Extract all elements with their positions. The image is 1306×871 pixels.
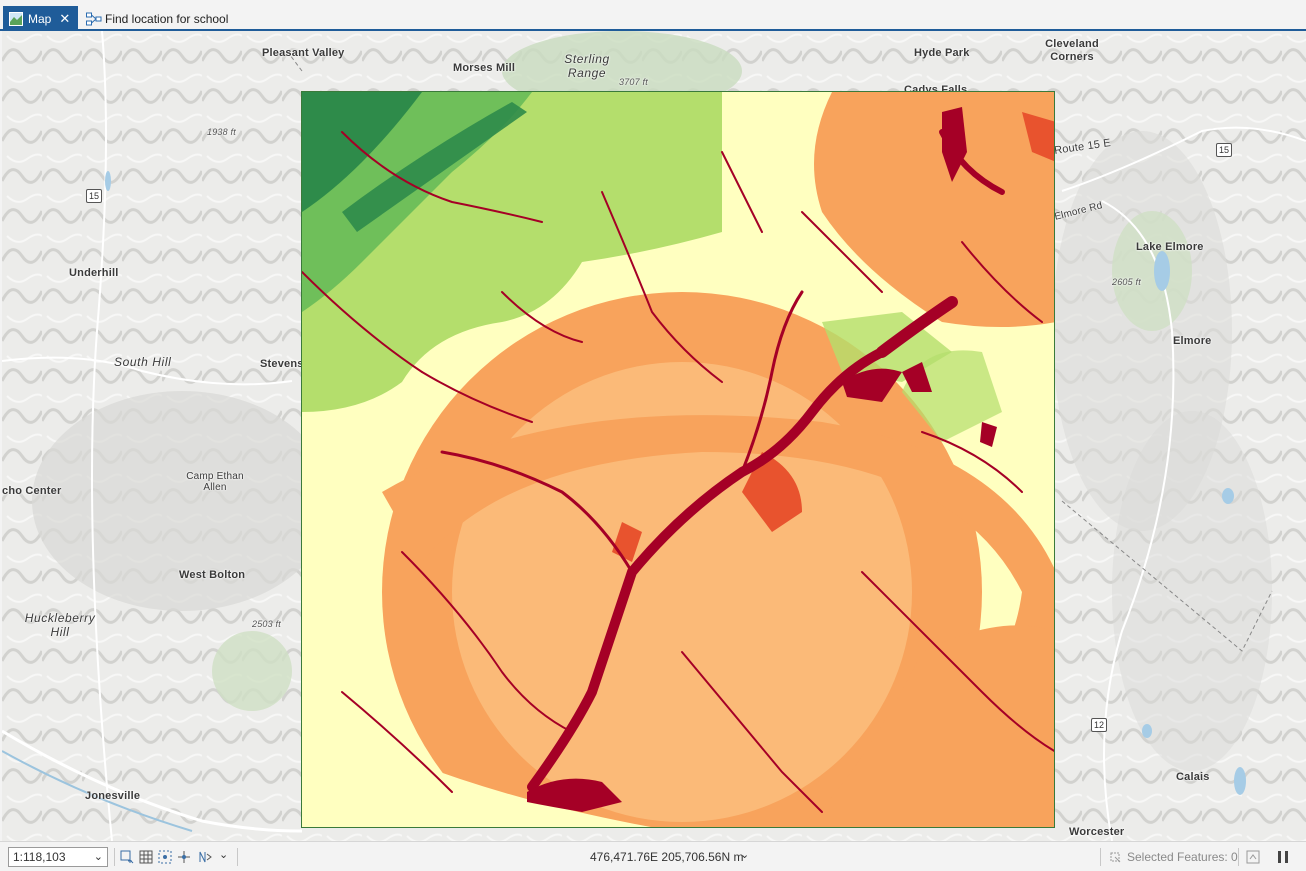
chevron-down-icon[interactable]: ⌄ (219, 848, 233, 862)
hill-label: Huckleberry Hill (24, 611, 96, 639)
divider (237, 848, 238, 866)
place-label: Underhill (69, 267, 119, 279)
elevation-label: 1938 ft (207, 127, 236, 137)
tab-map[interactable]: Map ✕ (3, 6, 78, 31)
grid-icon[interactable] (139, 850, 153, 864)
status-bar: 1:118,103 ⌄ ⌄ 476,471.76E 205,706.56N m … (0, 841, 1306, 871)
place-label: Lake Elmore (1136, 241, 1204, 253)
place-label: Jonesville (85, 790, 141, 802)
elevation-label: 3707 ft (619, 77, 648, 87)
selected-features-count: Selected Features: 0 (1127, 850, 1238, 864)
pause-drawing-icon[interactable] (1276, 850, 1290, 864)
place-label: Pleasant Valley (262, 47, 345, 59)
select-features-icon[interactable] (1108, 850, 1122, 864)
scale-selector[interactable]: 1:118,103 ⌄ (8, 847, 108, 867)
suitability-raster (302, 92, 1054, 827)
place-label: cho Center (2, 485, 62, 497)
view-tab-bar: Map ✕ Find location for school (0, 0, 1306, 31)
divider (1100, 848, 1101, 866)
divider (1238, 848, 1239, 866)
place-label: Calais (1176, 771, 1210, 783)
refresh-icon[interactable] (1246, 850, 1260, 864)
place-label: Stevens (260, 358, 304, 370)
tab-find-location-label: Find location for school (105, 11, 229, 26)
place-label: Cleveland Corners (1045, 38, 1099, 63)
place-label: Worcester (1069, 826, 1125, 838)
map-view[interactable]: Pleasant Valley Morses Mill Sterling Ran… (2, 31, 1306, 841)
suitability-raster-layer[interactable] (301, 91, 1055, 828)
navigation-icon[interactable] (198, 850, 212, 864)
elevation-label: 2605 ft (1112, 277, 1141, 287)
map-icon (9, 11, 23, 26)
range-label: Sterling Range (564, 52, 610, 80)
model-icon (86, 12, 102, 26)
chevron-down-icon[interactable]: ⌄ (94, 850, 103, 863)
route-shield: 15 (86, 189, 102, 203)
scale-value: 1:118,103 (13, 850, 66, 864)
chevron-down-icon[interactable]: ⌄ (740, 848, 749, 861)
route-shield: 15 (1216, 143, 1232, 157)
hill-label: South Hill (114, 355, 172, 369)
close-icon[interactable]: ✕ (59, 11, 70, 27)
route-shield: 12 (1091, 718, 1107, 732)
fixed-zoom-in-icon[interactable] (120, 850, 134, 864)
place-label: Camp Ethan Allen (186, 471, 244, 493)
snapping-icon[interactable] (158, 850, 172, 864)
tab-find-location[interactable]: Find location for school (84, 6, 228, 31)
place-label: Elmore (1173, 335, 1212, 347)
place-label: Hyde Park (914, 47, 970, 59)
elevation-label: 2503 ft (252, 619, 281, 629)
place-label: Morses Mill (453, 62, 516, 74)
constraints-icon[interactable] (177, 850, 191, 864)
tab-map-label: Map (28, 11, 52, 26)
coordinate-readout: 476,471.76E 205,706.56N m (590, 850, 744, 864)
place-label: West Bolton (179, 569, 246, 581)
divider (114, 848, 115, 866)
